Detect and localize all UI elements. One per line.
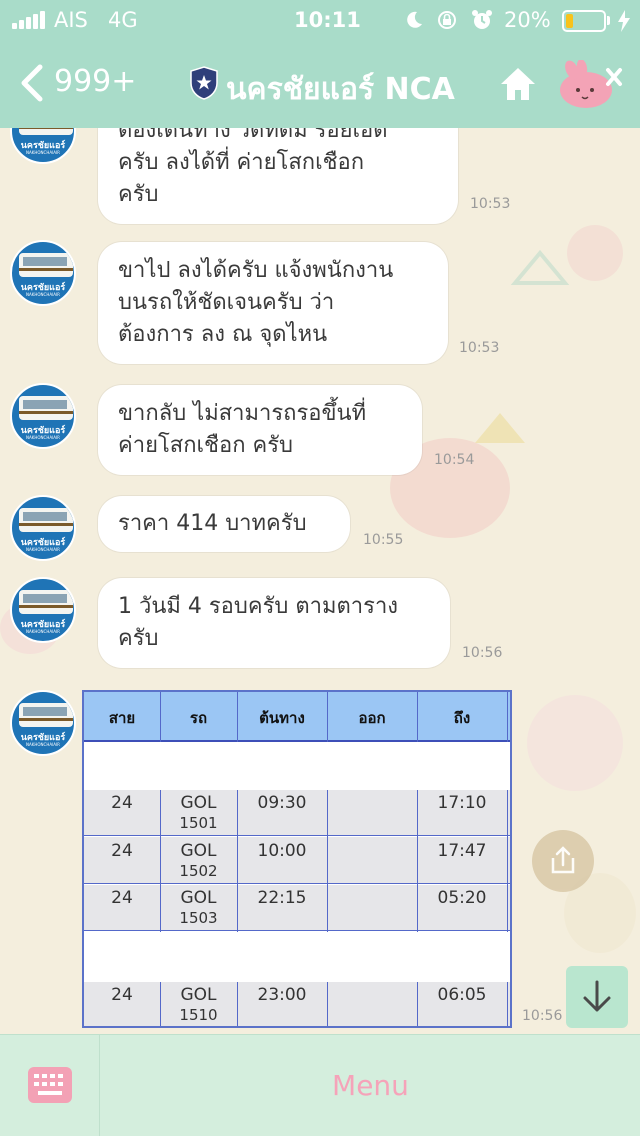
chat-area[interactable]: นครชัยแอร์ NAKHONCHAIAIR ต้องเดินทาง วัด… (0, 128, 640, 1034)
status-bar: AIS 4G 10:11 20% (0, 0, 640, 40)
share-icon (551, 846, 575, 874)
keyboard-icon (28, 1067, 72, 1103)
bus-logo-icon (19, 128, 73, 135)
keyboard-toggle-button[interactable] (0, 1035, 100, 1136)
message-line: ครับ (118, 626, 159, 651)
message-line: บนรถให้ชัดเจนครับ ว่า (118, 290, 335, 315)
background-doodle (527, 695, 623, 791)
avatar[interactable]: นครชัยแอร์ NAKHONCHAIAIR (10, 240, 76, 306)
timetable-header-cell: ต้นทาง (259, 709, 305, 727)
timetable-header: สาย รถ ต้นทาง ออก ถึง (84, 692, 510, 742)
message-bubble[interactable]: ขาไป ลงได้ครับ แจ้งพนักงาน บนรถให้ชัดเจน… (98, 242, 448, 364)
timetable-image[interactable]: สาย รถ ต้นทาง ออก ถึง 24 GOL 1501 09:30 … (82, 690, 512, 1028)
timetable-row: 24 GOL 1502 10:00 17:47 (84, 837, 510, 884)
background-doodle (510, 249, 570, 285)
chat-title-text: นครชัยแอร์ NCA (226, 72, 455, 107)
message-line: ขากลับ ไม่สามารถรอขึ้นที่ (118, 401, 367, 426)
bottom-menu-bar: Menu (0, 1034, 640, 1136)
timetable-header-cell: รถ (189, 709, 208, 727)
message-bubble[interactable]: ขากลับ ไม่สามารถรอขึ้นที่ ค่ายโสกเชือก ค… (98, 385, 422, 475)
scroll-to-bottom-button[interactable] (566, 966, 628, 1028)
message-line: ขาไป ลงได้ครับ แจ้งพนักงาน (118, 258, 394, 283)
nav-bar: 999+ นครชัยแอร์ NCA (0, 40, 640, 128)
message-line: ครับ ลงได้ที่ ค่ายโสกเชือก (118, 150, 365, 175)
avatar[interactable]: นครชัยแอร์ NAKHONCHAIAIR (10, 383, 76, 449)
bus-logo-icon (19, 590, 73, 614)
carrier-label: AIS (54, 8, 88, 32)
timetable-row: 24 GOL 1501 09:30 17:10 (84, 790, 510, 836)
message-bubble[interactable]: ต้องเดินทาง วัดทัดม้ ร้อยเอ็ด ครับ ลงได้… (98, 128, 458, 224)
timetable-row: 24 GOL 1503 22:15 05:20 (84, 885, 510, 931)
avatar[interactable]: นครชัยแอร์ NAKHONCHAIAIR (10, 128, 76, 164)
bus-logo-icon (19, 703, 73, 727)
message-bubble[interactable]: 1 วันมี 4 รอบครับ ตามตาราง ครับ (98, 578, 450, 668)
home-button[interactable] (498, 64, 538, 104)
network-label: 4G (108, 8, 138, 32)
unread-count: 999+ (54, 64, 137, 99)
battery-percent: 20% (504, 8, 551, 32)
chat-title[interactable]: นครชัยแอร์ NCA (190, 62, 470, 107)
menu-button[interactable]: Menu (101, 1035, 640, 1136)
rabbit-sticker-icon (560, 59, 622, 108)
header: AIS 4G 10:11 20% 999+ นครชัยแอร์ NCA (0, 0, 640, 128)
home-icon (501, 68, 535, 100)
message-line: ต้องเดินทาง วัดทัดม้ ร้อยเอ็ด (118, 128, 388, 143)
message-time: 10:53 (470, 196, 511, 212)
background-doodle (567, 225, 623, 281)
share-button[interactable] (532, 830, 594, 892)
charging-icon (618, 10, 630, 32)
bus-logo-icon (19, 508, 73, 532)
message-line: 1 วันมี 4 รอบครับ ตามตาราง (118, 594, 399, 619)
signal-icon (12, 11, 46, 29)
alarm-icon (472, 10, 492, 29)
message-line: ครับ (118, 182, 159, 207)
chevron-left-icon (21, 64, 43, 102)
arrow-down-icon (583, 980, 611, 1012)
message-time: 10:55 (363, 532, 404, 548)
message-line: ต้องการ ลง ณ จุดไหน (118, 322, 328, 347)
battery-icon (562, 10, 606, 32)
message-time: 10:54 (434, 452, 475, 468)
clock: 10:11 (294, 8, 361, 32)
message-bubble[interactable]: ราคา 414 บาทครับ (98, 496, 350, 552)
avatar[interactable]: นครชัยแอร์ NAKHONCHAIAIR (10, 577, 76, 643)
timetable-header-cell: สาย (108, 709, 136, 727)
menu-label: Menu (332, 1069, 409, 1102)
avatar[interactable]: นครชัยแอร์ NAKHONCHAIAIR (10, 690, 76, 756)
sticker-close-button[interactable] (552, 59, 624, 112)
timetable-row: 24 GOL 1510 23:00 06:05 (84, 982, 510, 1026)
message-time: 10:53 (459, 340, 500, 356)
avatar[interactable]: นครชัยแอร์ NAKHONCHAIAIR (10, 495, 76, 561)
battery-level (566, 14, 573, 28)
rotation-lock-icon (438, 11, 456, 29)
background-doodle (475, 413, 525, 443)
bus-logo-icon (19, 396, 73, 420)
message-line: ราคา 414 บาทครับ (118, 511, 307, 536)
message-time: 10:56 (522, 1008, 563, 1024)
back-button[interactable]: 999+ (14, 60, 144, 106)
official-account-badge-icon (190, 66, 218, 100)
message-time: 10:56 (462, 645, 503, 661)
bus-logo-icon (19, 253, 73, 277)
timetable-header-cell: ถึง (453, 709, 471, 727)
timetable-header-cell: ออก (358, 709, 386, 727)
moon-icon (407, 11, 422, 28)
message-line: ค่ายโสกเชือก ครับ (118, 433, 294, 458)
